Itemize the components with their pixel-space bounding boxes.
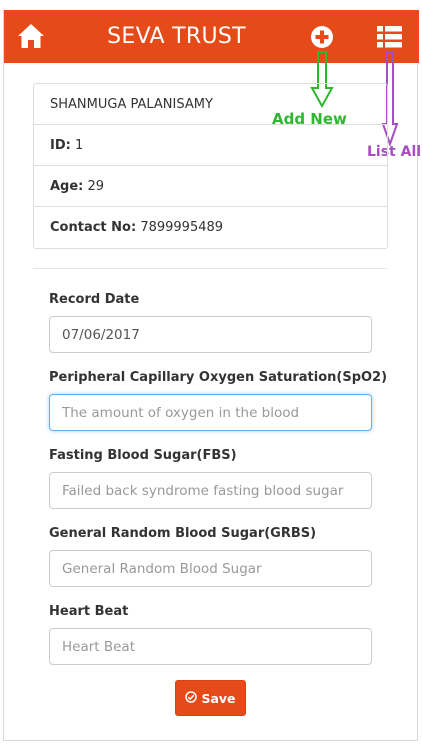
patient-age-row: Age: 29 [34,166,387,207]
app-page: SEVA TRUST Add New List All SHANMUGA PAL… [3,10,421,741]
navbar: SEVA TRUST [4,10,419,63]
fbs-label: Fasting Blood Sugar(FBS) [49,448,237,463]
patient-id-row: ID: 1 [34,125,387,166]
patient-contact-row: Contact No: 7899995489 [34,207,387,248]
record-date-input[interactable] [49,316,372,353]
patient-age-label: Age: [50,179,84,194]
record-date-label: Record Date [49,292,140,307]
grbs-label: General Random Blood Sugar(GRBS) [49,526,317,541]
fbs-input[interactable] [49,472,372,509]
list-icon[interactable] [377,25,402,49]
spo2-label: Peripheral Capillary Oxygen Saturation(S… [49,370,388,385]
patient-contact-value: 7899995489 [140,220,224,235]
heart-beat-input[interactable] [49,628,372,665]
patient-id-value: 1 [74,138,84,153]
plus-circle-icon[interactable] [310,25,334,49]
spo2-input[interactable] [49,394,372,431]
patient-card: SHANMUGA PALANISAMY ID: 1 Age: 29 Contac… [33,83,388,249]
save-button[interactable]: Save [175,680,246,716]
divider [33,268,388,269]
save-label: Save [201,690,236,706]
check-circle-icon [185,690,198,706]
patient-age-value: 29 [87,179,105,194]
app-title: SEVA TRUST [107,24,246,49]
home-icon[interactable] [17,23,45,49]
patient-name: SHANMUGA PALANISAMY [34,84,387,125]
patient-contact-label: Contact No: [50,220,137,235]
patient-id-label: ID: [50,138,71,153]
grbs-input[interactable] [49,550,372,587]
heart-beat-label: Heart Beat [49,604,129,619]
